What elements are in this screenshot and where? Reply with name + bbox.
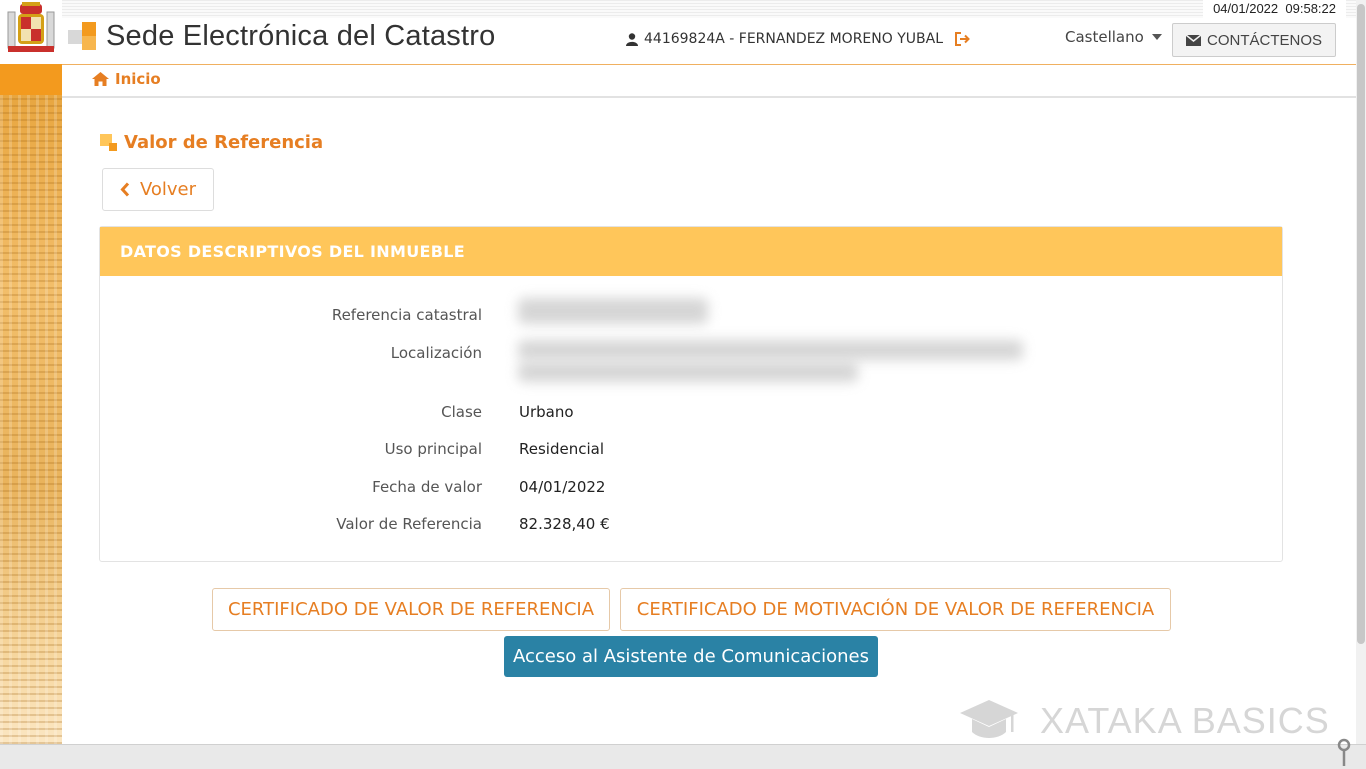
envelope-icon <box>1185 34 1201 46</box>
field-value: 04/01/2022 <box>519 478 606 496</box>
time-text: 09:58:22 <box>1285 1 1336 16</box>
left-orange-bar <box>0 64 62 95</box>
date-text: 04/01/2022 <box>1213 1 1279 16</box>
page-title: Valor de Referencia <box>100 132 323 153</box>
certificate-motivation-button[interactable]: CERTIFICADO DE MOTIVACIÓN DE VALOR DE RE… <box>620 588 1171 631</box>
logout-icon[interactable] <box>955 32 971 46</box>
redacted-cadastral-reference <box>518 298 708 324</box>
field-label: Uso principal <box>384 440 482 458</box>
site-title[interactable]: Sede Electrónica del Catastro <box>106 20 495 53</box>
field-value: 82.328,40 € <box>519 515 610 533</box>
contact-button[interactable]: CONTÁCTENOS <box>1172 23 1336 57</box>
field-label: Clase <box>441 403 482 421</box>
scrollbar-thumb[interactable] <box>1357 4 1365 644</box>
pin-icon <box>1337 738 1351 766</box>
square-icon <box>100 134 117 151</box>
page-footer <box>0 744 1366 769</box>
breadcrumb-home-link[interactable]: Inicio <box>92 70 161 88</box>
mortarboard-icon <box>960 700 1018 738</box>
chevron-left-icon <box>120 182 130 197</box>
field-value: Urbano <box>519 403 574 421</box>
user-info: 44169824A - FERNANDEZ MORENO YUBAL <box>626 31 971 47</box>
panel-header: DATOS DESCRIPTIVOS DEL INMUEBLE <box>100 227 1282 276</box>
coat-of-arms-logo <box>7 2 55 52</box>
redacted-location-line <box>518 340 1023 360</box>
field-label: Localización <box>390 344 482 362</box>
watermark: XATAKA BASICS <box>960 700 1330 742</box>
back-button[interactable]: Volver <box>102 168 214 211</box>
communications-assistant-button[interactable]: Acceso al Asistente de Comunicaciones <box>504 636 878 677</box>
page-title-text: Valor de Referencia <box>124 132 324 153</box>
field-label: Referencia catastral <box>331 306 482 324</box>
redacted-location-line <box>518 362 858 382</box>
breadcrumb: Inicio <box>62 64 1356 98</box>
site-header: Sede Electrónica del Catastro 44169824A … <box>62 18 1356 64</box>
home-icon <box>92 72 109 86</box>
top-date-bar: 04/01/2022 09:58:22 <box>62 0 1356 18</box>
field-label: Valor de Referencia <box>336 515 482 533</box>
field-value: Residencial <box>519 440 604 458</box>
catastro-logo-icon <box>68 22 96 50</box>
watermark-text: XATAKA BASICS <box>1040 700 1330 741</box>
user-icon <box>626 32 638 46</box>
user-name: 44169824A - FERNANDEZ MORENO YUBAL <box>644 31 943 47</box>
vertical-scrollbar[interactable] <box>1356 0 1366 744</box>
language-label: Castellano <box>1065 28 1144 46</box>
contact-label: CONTÁCTENOS <box>1206 31 1322 49</box>
left-city-photo <box>0 95 62 744</box>
property-data-panel: DATOS DESCRIPTIVOS DEL INMUEBLE Referenc… <box>99 226 1283 562</box>
home-label: Inicio <box>115 70 161 88</box>
back-label: Volver <box>139 179 197 200</box>
language-selector[interactable]: Castellano <box>1065 28 1162 46</box>
datetime: 04/01/2022 09:58:22 <box>1203 0 1346 18</box>
field-label: Fecha de valor <box>372 478 482 496</box>
caret-down-icon <box>1151 34 1162 40</box>
certificate-reference-value-button[interactable]: CERTIFICADO DE VALOR DE REFERENCIA <box>212 588 610 631</box>
